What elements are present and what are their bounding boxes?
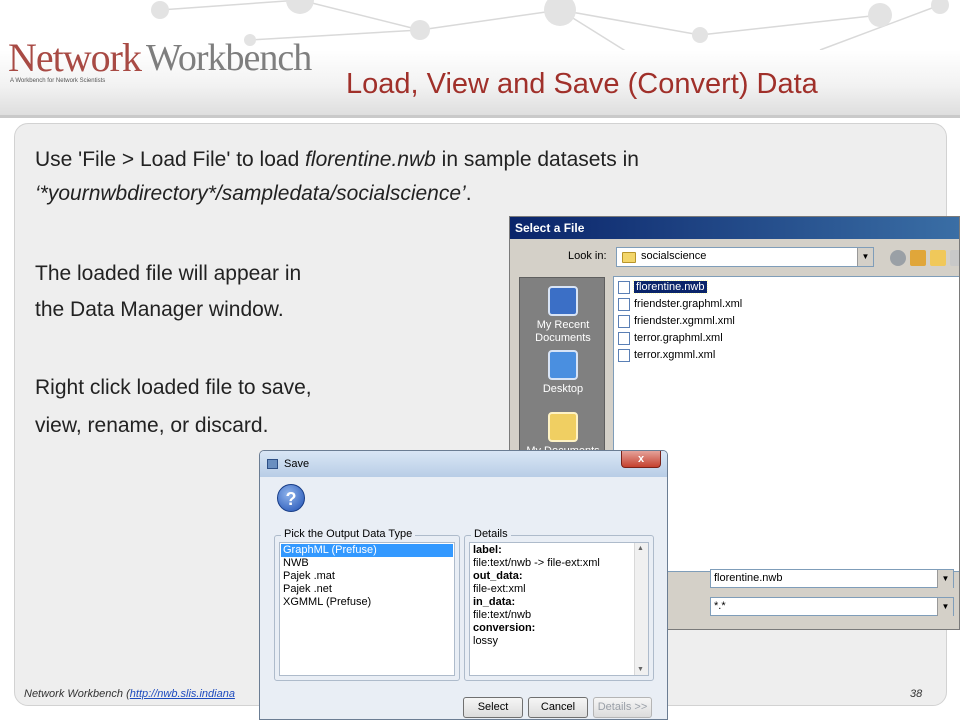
output-type-group-label: Pick the Output Data Type — [281, 528, 416, 540]
page-number: 38 — [910, 688, 923, 700]
scroll-down-icon[interactable]: ▼ — [637, 666, 644, 673]
place-desktop[interactable]: Desktop — [520, 350, 606, 396]
place-recent-documents[interactable]: My Recent Documents — [520, 286, 606, 345]
file-item[interactable]: friendster.xgmml.xml — [618, 314, 735, 329]
info-line-1: The loaded file will appear in — [35, 262, 302, 285]
file-item[interactable]: florentine.nwb — [618, 280, 708, 295]
save-dialog-titlebar: Save x — [260, 451, 667, 477]
detail-value: file:text/nwb -> file-ext:xml — [473, 557, 600, 569]
footer-link[interactable]: http://nwb.slis.indiana — [130, 688, 235, 700]
save-dialog-title: Save — [284, 458, 310, 470]
java-app-icon — [267, 459, 278, 469]
details-group: Details label: file:text/nwb -> file-ext… — [464, 528, 654, 681]
detail-key: conversion: — [473, 622, 536, 634]
scroll-up-icon[interactable]: ▲ — [637, 545, 644, 552]
detail-value: file:text/nwb — [473, 609, 532, 621]
info-line-3: Right click loaded file to save, — [35, 376, 312, 399]
file-item[interactable]: terror.xgmml.xml — [618, 348, 715, 363]
instruction-line-1: Use 'File > Load File' to load florentin… — [35, 148, 639, 171]
file-type-combo[interactable]: *.* ▼ — [710, 597, 954, 616]
look-in-label: Look in: — [568, 250, 607, 262]
output-type-item[interactable]: GraphML (Prefuse) — [281, 544, 453, 557]
close-button[interactable]: x — [621, 451, 661, 468]
detail-key: label: — [473, 544, 502, 556]
logo-network-text: Network — [8, 35, 142, 80]
dropdown-arrow-icon[interactable]: ▼ — [857, 248, 873, 266]
file-name-combo[interactable]: florentine.nwb ▼ — [710, 569, 954, 588]
cancel-button[interactable]: Cancel — [528, 697, 588, 718]
file-type-value: *.* — [714, 600, 726, 612]
file-item[interactable]: terror.graphml.xml — [618, 331, 723, 346]
question-icon: ? — [277, 484, 305, 512]
detail-key: out_data: — [473, 570, 523, 582]
info-line-2: the Data Manager window. — [35, 298, 284, 321]
output-type-item[interactable]: XGMML (Prefuse) — [281, 596, 453, 609]
my-documents-icon — [548, 412, 578, 442]
info-line-4: view, rename, or discard. — [35, 414, 269, 437]
instruction-line-2: ‘*yournwbdirectory*/sampledata/socialsci… — [35, 182, 472, 205]
save-dialog: Save x ? Pick the Output Data Type Graph… — [259, 450, 668, 720]
folder-icon — [622, 252, 636, 263]
output-type-list[interactable]: GraphML (Prefuse) NWB Pajek .mat Pajek .… — [279, 542, 455, 676]
dropdown-arrow-icon[interactable]: ▼ — [937, 598, 953, 616]
details-panel: label: file:text/nwb -> file-ext:xml out… — [469, 542, 649, 676]
select-button[interactable]: Select — [463, 697, 523, 718]
detail-key: in_data: — [473, 596, 516, 608]
xml-file-icon — [618, 349, 630, 362]
new-folder-icon[interactable] — [930, 250, 946, 266]
detail-value: lossy — [473, 635, 499, 647]
file-name-value: florentine.nwb — [714, 572, 783, 584]
xml-file-icon — [618, 298, 630, 311]
detail-value: file-ext:xml — [473, 583, 526, 595]
output-type-item[interactable]: Pajek .net — [281, 583, 453, 596]
xml-file-icon — [618, 315, 630, 328]
nwb-file-icon — [618, 281, 630, 294]
logo-tagline: A Workbench for Network Scientists — [10, 78, 106, 84]
network-workbench-logo: Network Workbench A Workbench for Networ… — [8, 34, 338, 94]
place-label: Desktop — [542, 383, 584, 395]
output-type-group: Pick the Output Data Type GraphML (Prefu… — [274, 528, 460, 681]
filename-emphasis: florentine.nwb — [305, 148, 436, 171]
slide-title: Load, View and Save (Convert) Data — [346, 68, 818, 100]
xml-file-icon — [618, 332, 630, 345]
logo-workbench-text: Workbench — [146, 37, 312, 79]
recent-documents-icon — [548, 286, 578, 316]
dropdown-arrow-icon[interactable]: ▼ — [937, 570, 953, 588]
desktop-icon — [548, 350, 578, 380]
footer: Network Workbench (http://nwb.slis.india… — [24, 688, 235, 700]
file-item[interactable]: friendster.graphml.xml — [618, 297, 742, 312]
output-type-item[interactable]: NWB — [281, 557, 453, 570]
details-button[interactable]: Details >> — [593, 697, 652, 718]
back-icon[interactable] — [890, 250, 906, 266]
look-in-value: socialscience — [641, 250, 707, 262]
look-in-combo[interactable]: socialscience ▼ — [616, 247, 874, 267]
file-dialog-titlebar: Select a File — [510, 217, 959, 239]
details-group-label: Details — [471, 528, 511, 540]
output-type-item[interactable]: Pajek .mat — [281, 570, 453, 583]
view-menu-icon[interactable] — [950, 250, 959, 266]
path-emphasis: ‘*yournwbdirectory*/sampledata/socialsci… — [35, 182, 466, 205]
place-label: My Recent Documents — [535, 319, 591, 344]
details-scrollbar[interactable]: ▲ ▼ — [634, 543, 648, 675]
up-folder-icon[interactable] — [910, 250, 926, 266]
